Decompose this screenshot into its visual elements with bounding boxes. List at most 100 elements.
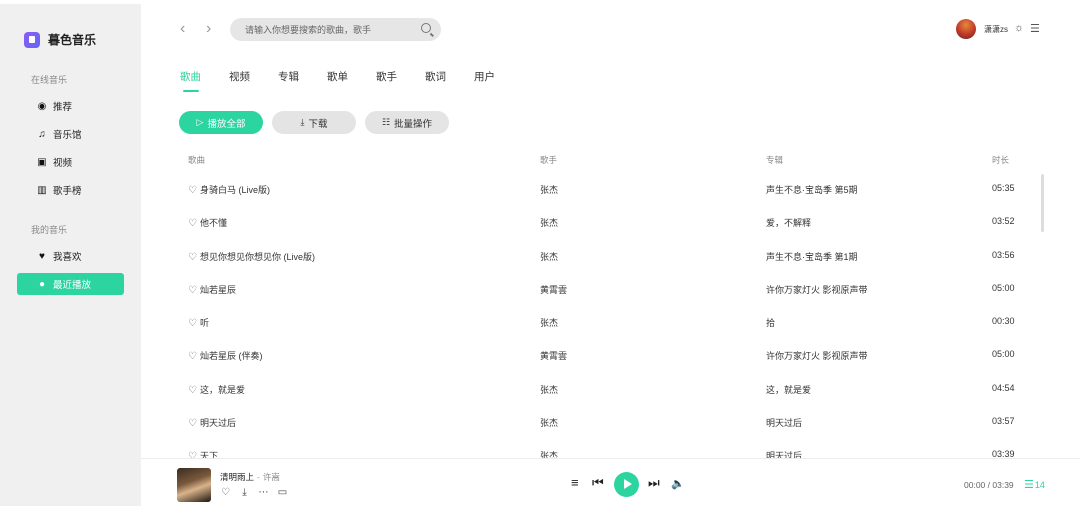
table-row[interactable]: ♡ 想见你想见你想见你 (Live版) 张杰 声生不息·宝岛季 第1期 03:56: [188, 239, 1028, 272]
song-artist[interactable]: 黄霄雲: [540, 283, 567, 296]
heart-outline-icon[interactable]: ♡: [188, 218, 197, 229]
batch-operation-button[interactable]: ☷ 批量操作: [365, 111, 449, 134]
song-album[interactable]: 声生不息·宝岛季 第5期: [766, 183, 858, 196]
song-title[interactable]: 这，就是爱: [200, 385, 245, 395]
sidebar-item-label: 最近播放: [53, 280, 92, 291]
heart-outline-icon[interactable]: ♡: [188, 351, 197, 362]
forward-arrow-icon[interactable]: ›: [206, 20, 211, 38]
table-row[interactable]: ♡ 明天过后 张杰 明天过后 03:57: [188, 405, 1028, 438]
album-cover[interactable]: [177, 468, 211, 502]
song-title[interactable]: 灿若星辰: [200, 285, 236, 295]
tab-videos[interactable]: 视频: [229, 69, 250, 90]
table-row[interactable]: ♡ 身骑白马 (Live版) 张杰 声生不息·宝岛季 第5期 05:35: [188, 172, 1028, 205]
sidebar-item-label: 音乐馆: [53, 130, 82, 141]
tab-artists[interactable]: 歌手: [376, 69, 397, 90]
song-title[interactable]: 灿若星辰 (伴奏): [200, 351, 263, 361]
play-all-button[interactable]: ▷ 播放全部: [179, 111, 263, 134]
search-icon[interactable]: [421, 23, 431, 33]
song-artist[interactable]: 张杰: [540, 250, 558, 263]
song-title[interactable]: 明天过后: [200, 418, 236, 428]
heart-outline-icon[interactable]: ♡: [220, 487, 231, 498]
sidebar-item-label: 我喜欢: [53, 252, 82, 263]
username[interactable]: 潇潇zs: [984, 24, 1008, 35]
song-album[interactable]: 拾: [766, 316, 775, 329]
table-row[interactable]: ♡ 灿若星辰 黄霄雲 许你万家灯火 影视原声带 05:00: [188, 272, 1028, 305]
previous-track-icon[interactable]: ⏮: [592, 475, 604, 491]
song-duration: 03:39: [992, 449, 1015, 458]
volume-icon[interactable]: 🔈: [671, 477, 685, 490]
next-track-icon[interactable]: ⏭: [648, 475, 660, 491]
heart-outline-icon[interactable]: ♡: [188, 385, 197, 396]
download-icon[interactable]: ⤓: [239, 487, 250, 498]
song-album[interactable]: 爱，不解释: [766, 216, 811, 229]
song-title[interactable]: 身骑白马 (Live版): [200, 185, 270, 195]
table-row[interactable]: ♡ 听 张杰 拾 00:30: [188, 305, 1028, 338]
menu-icon[interactable]: ☰: [1030, 22, 1040, 35]
table-row[interactable]: ♡ 天下 张杰 明天过后 03:39: [188, 438, 1028, 458]
heart-outline-icon[interactable]: ♡: [188, 185, 197, 196]
theme-sun-icon[interactable]: ☼: [1014, 22, 1024, 34]
song-artist[interactable]: 张杰: [540, 383, 558, 396]
song-artist[interactable]: 张杰: [540, 216, 558, 229]
song-title[interactable]: 想见你想见你想见你 (Live版): [200, 252, 315, 262]
avatar[interactable]: [956, 19, 976, 39]
scrollbar[interactable]: [1041, 174, 1044, 232]
table-row[interactable]: ♡ 灿若星辰 (伴奏) 黄霄雲 许你万家灯火 影视原声带 05:00: [188, 338, 1028, 371]
sidebar-item-music-hall[interactable]: ♫ 音乐馆: [17, 123, 124, 145]
playlist-queue-button[interactable]: ☰ 14: [1024, 478, 1045, 491]
search-bar[interactable]: [230, 18, 441, 41]
queue-count: 14: [1034, 479, 1045, 490]
song-album[interactable]: 声生不息·宝岛季 第1期: [766, 250, 858, 263]
song-album[interactable]: 许你万家灯火 影视原声带: [766, 283, 868, 296]
song-title[interactable]: 听: [200, 318, 209, 328]
sidebar-item-artist-chart[interactable]: ▥ 歌手榜: [17, 179, 124, 201]
tab-playlists[interactable]: 歌单: [327, 69, 348, 90]
song-artist[interactable]: 张杰: [540, 416, 558, 429]
playlist-icon: ☰: [1024, 479, 1034, 491]
play-outline-icon: ▷: [196, 117, 204, 127]
tab-lyrics[interactable]: 歌词: [425, 69, 446, 90]
heart-outline-icon[interactable]: ♡: [188, 451, 197, 458]
app-logo[interactable]: 暮色音乐: [24, 31, 96, 48]
sidebar-item-recommend[interactable]: ◉ 推荐: [17, 95, 124, 117]
playback-time: 00:00 / 03:39: [964, 480, 1014, 490]
song-artist[interactable]: 张杰: [540, 449, 558, 458]
current-time: 00:00: [964, 480, 986, 490]
song-duration: 04:54: [992, 382, 1015, 393]
song-artist[interactable]: 张杰: [540, 316, 558, 329]
sidebar: 暮色音乐 在线音乐 ◉ 推荐 ♫ 音乐馆 ▣ 视频 ▥ 歌手榜 我的音乐 ♥ 我…: [0, 0, 141, 506]
back-arrow-icon[interactable]: ‹: [180, 20, 185, 38]
now-playing-artist[interactable]: 许嵩: [263, 472, 280, 482]
sidebar-item-recent[interactable]: ● 最近播放: [17, 273, 124, 295]
song-album[interactable]: 许你万家灯火 影视原声带: [766, 349, 868, 362]
song-title[interactable]: 天下: [200, 451, 218, 458]
sidebar-item-favorites[interactable]: ♥ 我喜欢: [17, 245, 124, 267]
download-button[interactable]: ⤓ 下载: [272, 111, 356, 134]
song-artist[interactable]: 黄霄雲: [540, 349, 567, 362]
song-actions: ♡ ⤓ ⋯ ▭: [220, 487, 296, 498]
play-all-label: 播放全部: [207, 118, 246, 130]
heart-outline-icon[interactable]: ♡: [188, 285, 197, 296]
tab-albums[interactable]: 专辑: [278, 69, 299, 90]
table-row[interactable]: ♡ 他不懂 张杰 爱，不解释 03:52: [188, 205, 1028, 238]
batch-label: 批量操作: [394, 118, 433, 130]
comment-icon[interactable]: ▭: [277, 487, 288, 498]
heart-outline-icon[interactable]: ♡: [188, 318, 197, 329]
table-row[interactable]: ♡ 这，就是爱 张杰 这，就是爱 04:54: [188, 372, 1028, 405]
more-icon[interactable]: ⋯: [258, 487, 269, 498]
tab-users[interactable]: 用户: [474, 69, 495, 90]
tab-songs[interactable]: 歌曲: [180, 69, 201, 92]
song-title[interactable]: 他不懂: [200, 218, 227, 228]
heart-outline-icon[interactable]: ♡: [188, 252, 197, 263]
heart-outline-icon[interactable]: ♡: [188, 418, 197, 429]
sidebar-item-video[interactable]: ▣ 视频: [17, 151, 124, 173]
song-album[interactable]: 明天过后: [766, 416, 802, 429]
header-duration: 时长: [992, 155, 1010, 165]
song-artist[interactable]: 张杰: [540, 183, 558, 196]
song-album[interactable]: 这，就是爱: [766, 383, 811, 396]
play-mode-list-icon[interactable]: ≡: [571, 475, 579, 490]
play-button[interactable]: [614, 472, 639, 497]
search-input[interactable]: [245, 24, 415, 35]
now-playing-title[interactable]: 清明雨上: [220, 472, 254, 482]
song-album[interactable]: 明天过后: [766, 449, 802, 458]
